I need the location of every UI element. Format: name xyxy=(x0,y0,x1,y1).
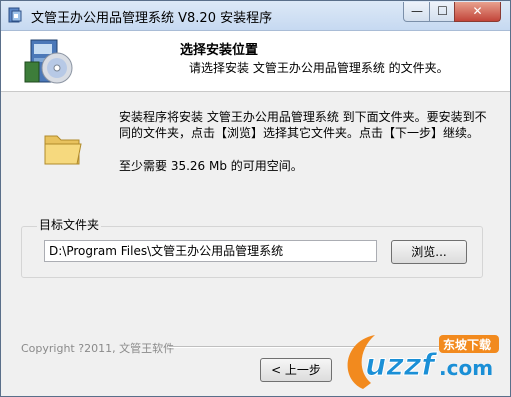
minimize-button[interactable]: — xyxy=(403,2,431,22)
page-subtitle: 请选择安装 文管王办公用品管理系统 的文件夹。 xyxy=(189,61,449,75)
wizard-header: 选择安装位置 请选择安装 文管王办公用品管理系统 的文件夹。 xyxy=(1,31,510,92)
installer-app-icon xyxy=(8,7,22,23)
browse-button[interactable]: 浏览... xyxy=(391,240,467,264)
copyright-text: Copyright ?2011, 文管王软件 xyxy=(21,342,175,355)
space-required-text: 至少需要 35.26 Mb 的可用空间。 xyxy=(119,159,303,173)
maximize-button[interactable]: ☐ xyxy=(429,2,456,22)
close-button[interactable]: ✕ xyxy=(454,2,501,22)
destination-group-label: 目标文件夹 xyxy=(37,216,102,233)
uzzf-watermark-logo: uzzf .com 东坡下载 xyxy=(347,335,499,389)
svg-text:.com: .com xyxy=(439,356,493,380)
folder-icon xyxy=(44,135,82,165)
title-bar[interactable]: 文管王办公用品管理系统 V8.20 安装程序 — ☐ ✕ xyxy=(1,1,510,31)
install-description: 安装程序将安装 文管王办公用品管理系统 到下面文件夹。要安装到不同的文件夹，点击… xyxy=(119,110,487,140)
install-path-input[interactable]: D:\Program Files\文管王办公用品管理系统 xyxy=(44,240,377,262)
svg-text:uzzf: uzzf xyxy=(365,348,438,383)
installer-box-cd-icon xyxy=(24,39,73,84)
installer-window: 文管王办公用品管理系统 V8.20 安装程序 — ☐ ✕ 选择安装位置 请选择安… xyxy=(0,0,511,397)
page-title: 选择安装位置 xyxy=(180,43,259,58)
back-button[interactable]: < 上一步 xyxy=(260,358,332,382)
svg-text:东坡下载: 东坡下载 xyxy=(443,337,491,352)
window-title: 文管王办公用品管理系统 V8.20 安装程序 xyxy=(31,11,273,26)
